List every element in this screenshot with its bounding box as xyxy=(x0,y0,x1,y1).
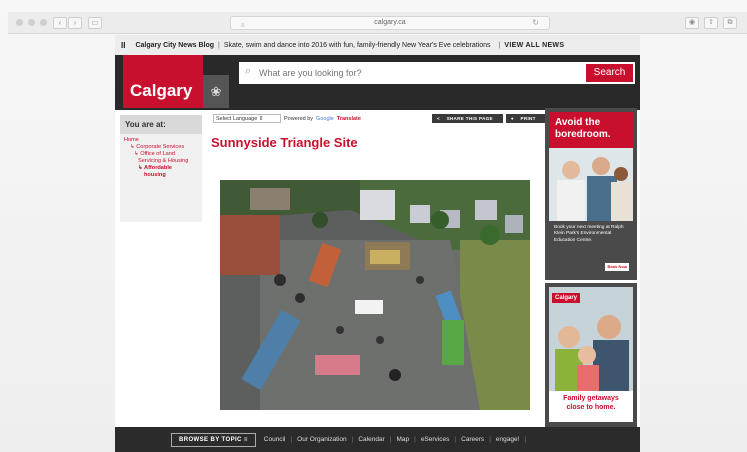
search-box: ⌕ Search xyxy=(239,62,635,84)
footer-nav: BROWSE BY TOPIC ≡ Council | Our Organiza… xyxy=(115,427,640,452)
reload-icon[interactable]: ↻ xyxy=(532,17,539,29)
forward-button[interactable]: › xyxy=(68,16,82,29)
tabs-icon[interactable]: ⧉ xyxy=(723,16,737,29)
breadcrumb-office-of-land-cont[interactable]: Servicing & Housing xyxy=(124,158,198,165)
share-page-button[interactable]: < SHARE THIS PAGE xyxy=(432,114,503,123)
ticker-separator: | xyxy=(498,41,501,49)
footer-link-our-organization[interactable]: Our Organization xyxy=(297,436,347,443)
sidebar-toggle-button[interactable]: ▭ xyxy=(88,16,102,29)
view-all-news-link[interactable]: VIEW ALL NEWS xyxy=(504,42,564,49)
calgary-logo[interactable]: Calgary xyxy=(123,55,203,108)
page-actions: < SHARE THIS PAGE ● PRINT xyxy=(432,114,546,123)
footer-link-council[interactable]: Council xyxy=(264,436,286,443)
powered-by-text: Powered by xyxy=(284,115,314,122)
footer-link-engage[interactable]: engage! xyxy=(496,436,520,443)
family-getaways-ad[interactable]: Calgary Family getaways close to home. xyxy=(545,283,637,428)
translate-widget: Select Language ⇕ Powered by Google Tran… xyxy=(213,114,361,123)
ticker-separator: | xyxy=(218,41,220,49)
breadcrumb-home[interactable]: Home xyxy=(124,137,198,144)
extension-icon[interactable]: ◉ xyxy=(685,16,699,29)
pause-icon[interactable]: II xyxy=(121,41,125,50)
page-title: Sunnyside Triangle Site xyxy=(211,135,358,150)
ad-caption: Family getaways close to home. xyxy=(563,395,619,411)
ad-calgary-logo: Calgary xyxy=(552,293,581,303)
address-bar[interactable]: ≡ calgary.ca ↻ xyxy=(230,16,550,30)
language-select[interactable]: Select Language ⇕ xyxy=(213,114,281,123)
google-logo: Google xyxy=(316,115,334,122)
footer-link-map[interactable]: Map xyxy=(396,436,409,443)
breadcrumb-affordable-housing-cont[interactable]: housing xyxy=(124,172,198,179)
city-crest-icon: ❀ xyxy=(203,75,229,108)
news-blog-link[interactable]: Calgary City News Blog xyxy=(135,42,214,49)
browse-by-topic-button[interactable]: BROWSE BY TOPIC ≡ xyxy=(171,432,256,447)
window-controls xyxy=(16,19,47,26)
search-icon: ⌕ xyxy=(245,65,252,77)
breadcrumb-panel: You are at: Home ↳ Corporate Services ↳ … xyxy=(120,115,202,222)
zoom-window-button[interactable] xyxy=(40,19,47,26)
breadcrumb: Home ↳ Corporate Services ↳ Office of La… xyxy=(120,134,202,182)
you-are-at-heading: You are at: xyxy=(120,115,202,134)
footer-link-calendar[interactable]: Calendar xyxy=(358,436,384,443)
search-input[interactable] xyxy=(259,65,579,81)
print-button[interactable]: ● PRINT xyxy=(505,114,546,123)
breadcrumb-corporate-services[interactable]: ↳ Corporate Services xyxy=(124,144,198,151)
aerial-site-photo xyxy=(220,180,530,410)
book-now-button[interactable]: Book Now xyxy=(605,262,629,271)
translate-link[interactable]: Translate xyxy=(337,116,361,122)
footer-link-eservices[interactable]: eServices xyxy=(421,436,450,443)
close-window-button[interactable] xyxy=(16,19,23,26)
meeting-space-ad[interactable]: Avoid the boredroom. Book your next meet… xyxy=(545,108,637,280)
web-page: II Calgary City News Blog | Skate, swim … xyxy=(115,35,640,452)
breadcrumb-affordable-housing[interactable]: ↳ Affordable xyxy=(124,165,198,172)
news-ticker: II Calgary City News Blog | Skate, swim … xyxy=(115,35,640,55)
ad-body-text: Book your next meeting at Ralph Klein Pa… xyxy=(549,221,633,275)
news-headline-link[interactable]: Skate, swim and dance into 2016 with fun… xyxy=(224,42,491,49)
footer-link-careers[interactable]: Careers xyxy=(461,436,484,443)
share-icon[interactable]: ⇧ xyxy=(704,16,718,29)
back-button[interactable]: ‹ xyxy=(53,16,67,29)
browser-toolbar: ‹ › ▭ ≡ calgary.ca ↻ ◉ ⇧ ⧉ xyxy=(8,12,747,34)
reader-icon[interactable]: ≡ xyxy=(241,20,245,32)
breadcrumb-office-of-land[interactable]: ↳ Office of Land xyxy=(124,151,198,158)
minimize-window-button[interactable] xyxy=(28,19,35,26)
search-button[interactable]: Search xyxy=(586,64,633,82)
ad-photo-people xyxy=(549,148,633,221)
site-header: Calgary ❀ ⌕ Search xyxy=(115,55,640,110)
url-text: calgary.ca xyxy=(374,19,406,26)
ad-heading-line2: boredroom. xyxy=(555,129,611,140)
ad-heading-line1: Avoid the xyxy=(555,117,601,128)
